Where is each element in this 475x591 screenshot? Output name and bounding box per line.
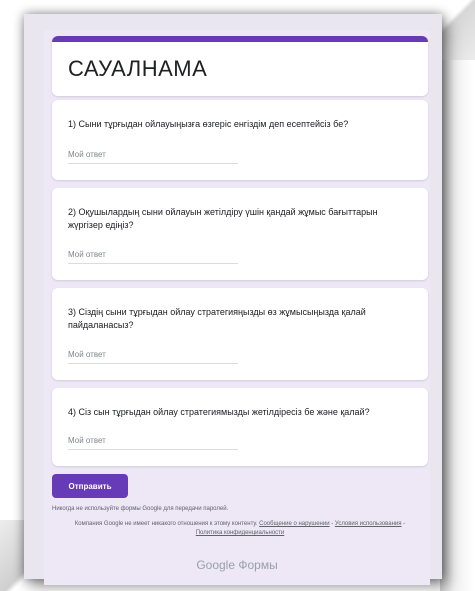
- question-card-1: 1) Сыни тұрғыдан ойлауыңызға өзгеріс енг…: [52, 100, 428, 180]
- answer-field-2[interactable]: Мой ответ: [68, 250, 238, 264]
- footer-separator: -: [401, 521, 406, 527]
- question-text-2: 2) Оқушылардың сыни ойлауын жетілдіру үш…: [68, 207, 378, 230]
- question-card-4: 4) Сіз сын тұрғыдан ойлау стратегиямызды…: [52, 388, 428, 466]
- answer-field-4[interactable]: Мой ответ: [68, 436, 238, 450]
- footer-disclaimer: Компания Google не имеет никакого отноше…: [64, 520, 416, 538]
- terms-link[interactable]: Условия использования: [335, 521, 402, 527]
- password-warning: Никогда не используйте формы Google для …: [52, 506, 229, 512]
- answer-field-1[interactable]: Мой ответ: [68, 150, 238, 164]
- google-forms-logo[interactable]: Google Формы: [44, 558, 430, 572]
- question-card-2: 2) Оқушылардың сыни ойлауын жетілдіру үш…: [52, 188, 428, 280]
- report-abuse-link[interactable]: Сообщение о нарушении: [259, 521, 329, 527]
- question-text-4: 4) Сіз сын тұрғыдан ойлау стратегиямызды…: [68, 407, 370, 417]
- question-text-3: 3) Сіздің сыни тұрғыдан ойлау стратегияң…: [68, 307, 366, 330]
- submit-button[interactable]: Отправить: [52, 474, 128, 498]
- answer-field-3[interactable]: Мой ответ: [68, 350, 238, 364]
- disclaimer-text: Компания Google не имеет никакого отноше…: [74, 521, 258, 527]
- question-text-1: 1) Сыни тұрғыдан ойлауыңызға өзгеріс енг…: [68, 119, 349, 129]
- paper-edge-right: [440, 60, 475, 591]
- question-card-3: 3) Сіздің сыни тұрғыдан ойлау стратегияң…: [52, 288, 428, 380]
- form-title: САУАЛНАМА: [68, 56, 208, 81]
- form-title-card: САУАЛНАМА: [52, 36, 428, 96]
- privacy-link[interactable]: Политика конфиденциальности: [196, 530, 285, 536]
- google-form: САУАЛНАМА 1) Сыни тұрғыдан ойлауыңызға ө…: [44, 30, 430, 585]
